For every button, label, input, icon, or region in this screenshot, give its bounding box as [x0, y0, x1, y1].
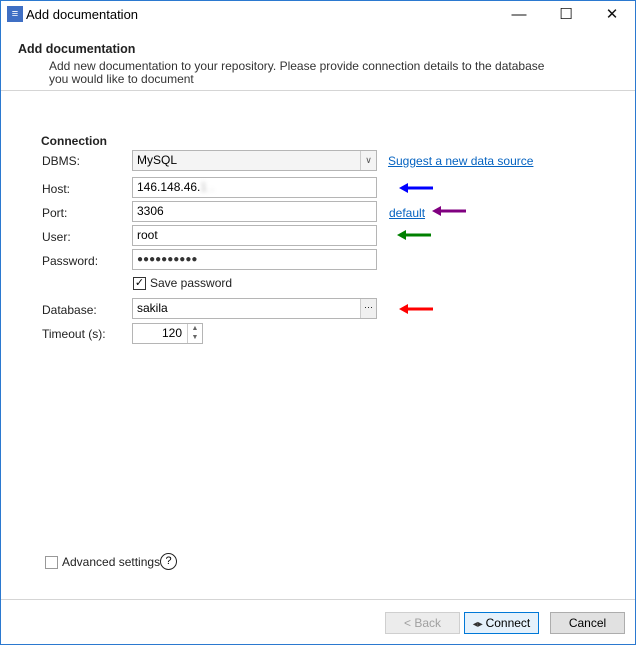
- title-bar: ≡ Add documentation — ☐ ✕: [1, 1, 635, 29]
- wizard-header: Add documentation Add new documentation …: [1, 31, 635, 91]
- page-title: Add documentation: [18, 42, 135, 56]
- page-description: Add new documentation to your repository…: [49, 60, 549, 86]
- password-label: Password:: [42, 254, 98, 268]
- spin-arrows-icon[interactable]: ▲▼: [187, 324, 202, 343]
- section-connection: Connection: [41, 134, 107, 148]
- maximize-button[interactable]: ☐: [543, 1, 589, 29]
- host-redacted: 1 .: [200, 180, 213, 194]
- connect-button[interactable]: ◂▸ Connect: [464, 612, 539, 634]
- user-input[interactable]: root: [132, 225, 377, 246]
- advanced-settings-label: Advanced settings: [62, 555, 160, 569]
- database-value: sakila: [137, 301, 168, 315]
- footer-divider: [1, 599, 635, 600]
- port-label: Port:: [42, 206, 67, 220]
- port-default-link[interactable]: default: [389, 206, 425, 220]
- red-arrow-icon: [399, 304, 433, 314]
- browse-button[interactable]: ···: [360, 299, 376, 318]
- window-title: Add documentation: [26, 7, 138, 22]
- save-password-checkbox[interactable]: ✓: [133, 277, 146, 290]
- user-label: User:: [42, 230, 71, 244]
- dbms-label: DBMS:: [42, 154, 80, 168]
- connect-label: Connect: [486, 616, 531, 630]
- close-button[interactable]: ✕: [589, 1, 635, 29]
- blue-arrow-icon: [399, 183, 433, 193]
- dbms-select[interactable]: MySQL ∨: [132, 150, 377, 171]
- app-icon: ≡: [7, 6, 23, 22]
- save-password-label: Save password: [150, 276, 232, 290]
- host-input[interactable]: 146.148.46.1 .: [132, 177, 377, 198]
- database-label: Database:: [42, 303, 97, 317]
- timeout-label: Timeout (s):: [42, 327, 106, 341]
- purple-arrow-icon: [432, 206, 466, 216]
- chevron-down-icon[interactable]: ∨: [360, 151, 376, 170]
- advanced-settings-checkbox[interactable]: [45, 556, 58, 569]
- back-button[interactable]: < Back: [385, 612, 460, 634]
- password-input[interactable]: ●●●●●●●●●●: [132, 249, 377, 270]
- green-arrow-icon: [397, 230, 431, 240]
- dbms-value: MySQL: [137, 153, 177, 167]
- host-label: Host:: [42, 182, 70, 196]
- host-value: 146.148.46.: [137, 180, 200, 194]
- dialog-window: ≡ Add documentation — ☐ ✕ Add documentat…: [0, 0, 636, 645]
- help-icon[interactable]: ?: [160, 553, 177, 570]
- cancel-button[interactable]: Cancel: [550, 612, 625, 634]
- plug-icon: ◂▸: [473, 619, 486, 630]
- suggest-data-source-link[interactable]: Suggest a new data source: [388, 154, 533, 168]
- port-input[interactable]: 3306: [132, 201, 377, 222]
- database-input[interactable]: sakila ···: [132, 298, 377, 319]
- timeout-stepper[interactable]: 120 ▲▼: [132, 323, 203, 344]
- minimize-button[interactable]: —: [496, 1, 542, 29]
- timeout-value: 120: [162, 326, 182, 340]
